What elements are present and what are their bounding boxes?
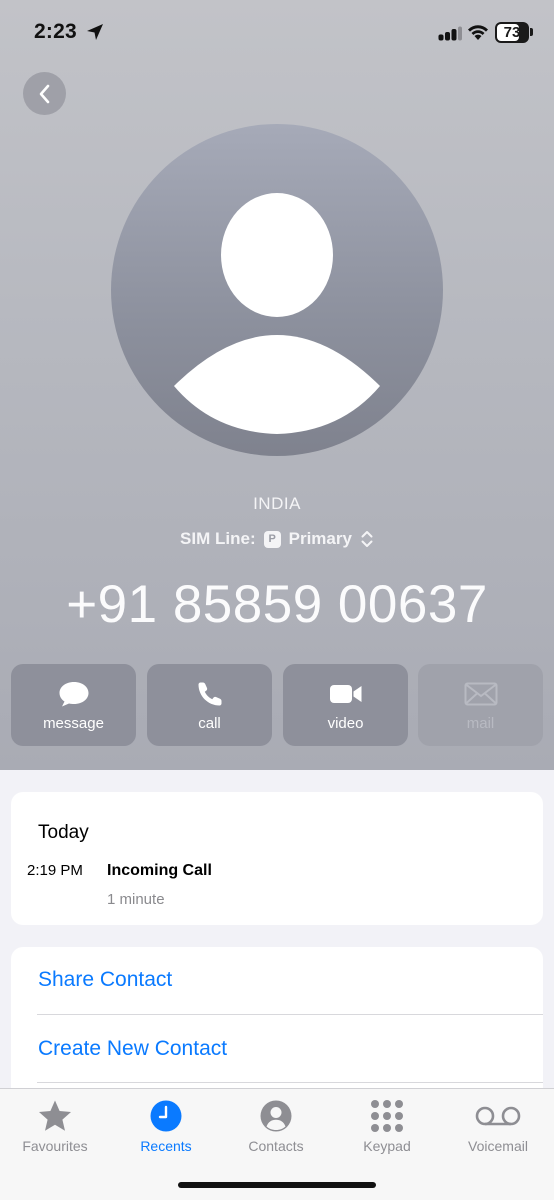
chevron-up-down-icon	[361, 531, 373, 547]
sim-line-name: Primary	[288, 529, 352, 548]
tab-favourites[interactable]: Favourites	[0, 1089, 110, 1154]
wifi-icon	[468, 25, 488, 40]
chevron-left-icon	[39, 84, 49, 103]
contact-avatar	[111, 124, 443, 456]
battery-tip	[530, 28, 533, 36]
video-button-label: video	[327, 715, 364, 732]
battery-indicator: 73	[495, 22, 529, 43]
envelope-icon	[464, 682, 497, 706]
voicemail-icon	[475, 1106, 521, 1126]
sim-line-selector[interactable]: SIM Line: P Primary	[0, 529, 554, 549]
message-bubble-icon	[59, 682, 88, 707]
star-icon	[39, 1100, 71, 1131]
phone-number: +91 85859 00637	[66, 575, 488, 634]
call-duration: 1 minute	[107, 891, 165, 908]
back-button[interactable]	[23, 72, 66, 115]
tab-recents[interactable]: Recents	[111, 1089, 221, 1154]
sim-badge-icon: P	[263, 530, 281, 548]
options-divider	[37, 1014, 543, 1015]
contact-actions: message call video mail	[11, 664, 543, 746]
clock-icon	[150, 1100, 182, 1132]
tab-voicemail[interactable]: Voicemail	[443, 1089, 553, 1154]
tab-contacts[interactable]: Contacts	[221, 1089, 331, 1154]
create-new-contact-button[interactable]: Create New Contact	[38, 1037, 227, 1061]
contact-country: INDIA	[253, 494, 301, 513]
call-button-label: call	[198, 715, 221, 732]
mail-button[interactable]: mail	[418, 664, 543, 746]
tab-contacts-label: Contacts	[248, 1138, 304, 1154]
recent-calls-card: Today	[11, 792, 543, 925]
message-button[interactable]: message	[11, 664, 136, 746]
battery-percentage: 73	[503, 24, 521, 41]
tab-recents-label: Recents	[140, 1138, 192, 1154]
cellular-signal-icon	[438, 26, 462, 41]
status-time: 2:23	[34, 20, 77, 43]
person-circle-icon	[260, 1100, 292, 1132]
tab-keypad-label: Keypad	[363, 1138, 411, 1154]
tab-keypad[interactable]: Keypad	[332, 1089, 442, 1154]
call-time: 2:19 PM	[27, 862, 83, 879]
tab-favourites-label: Favourites	[22, 1138, 88, 1154]
video-button[interactable]: video	[283, 664, 408, 746]
mail-button-label: mail	[466, 715, 495, 732]
phone-icon	[198, 682, 221, 706]
video-camera-icon	[329, 685, 361, 703]
tab-voicemail-label: Voicemail	[468, 1138, 528, 1154]
call-button[interactable]: call	[147, 664, 272, 746]
recent-calls-heading: Today	[38, 822, 89, 843]
message-button-label: message	[43, 715, 104, 732]
sim-line-label: SIM Line:	[180, 529, 256, 548]
keypad-icon	[371, 1100, 403, 1132]
call-type: Incoming Call	[107, 862, 212, 879]
home-indicator	[178, 1182, 376, 1188]
location-arrow-icon	[87, 24, 103, 40]
share-contact-button[interactable]: Share Contact	[38, 968, 172, 992]
options-divider	[37, 1082, 543, 1083]
person-silhouette-icon	[174, 193, 380, 434]
